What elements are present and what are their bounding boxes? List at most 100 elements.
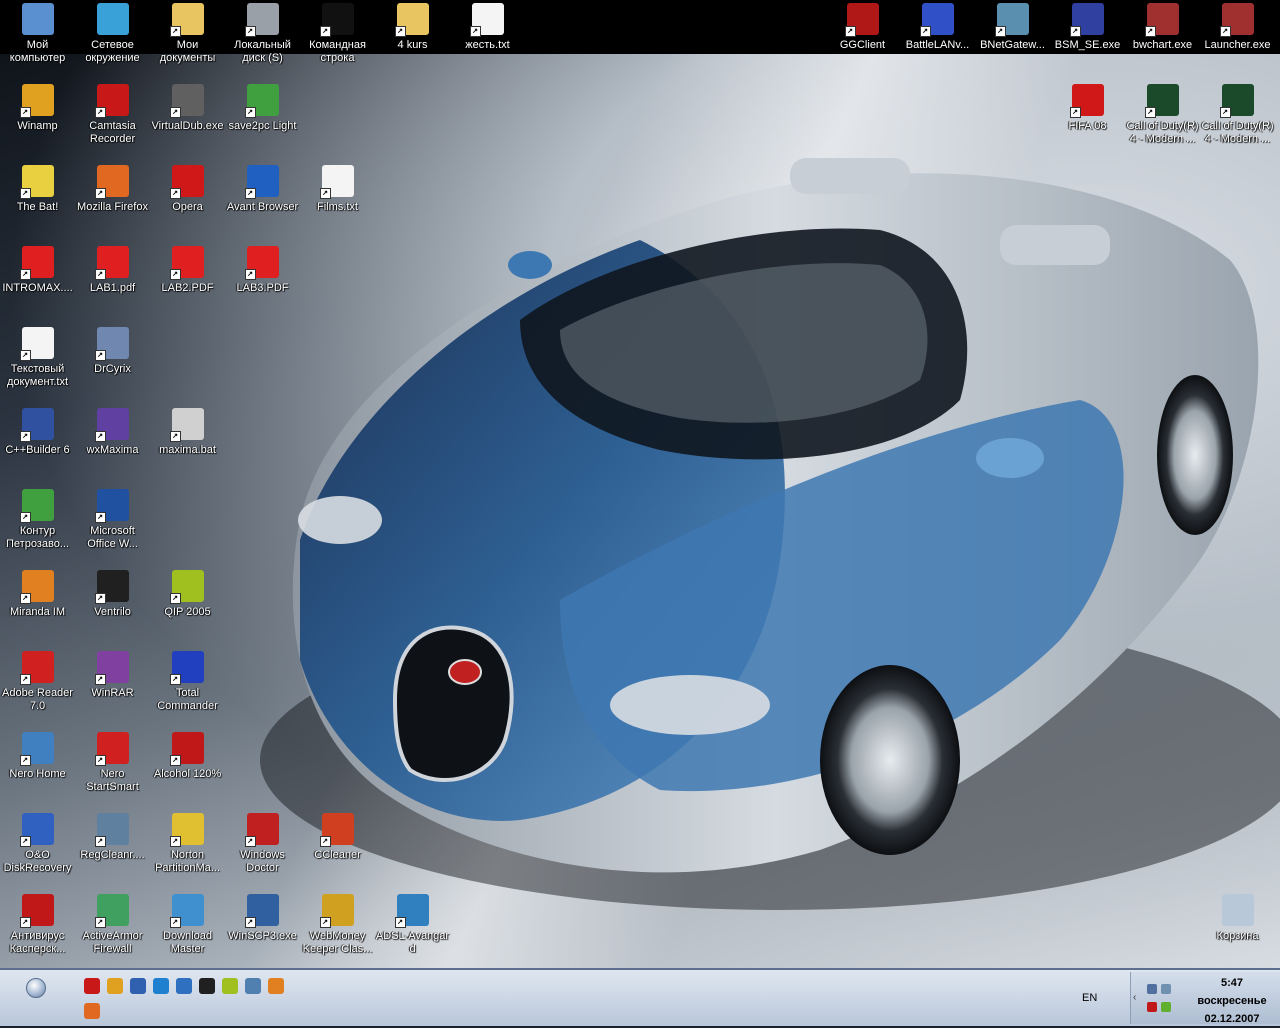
desktop-icon[interactable]: ↗ BattleLANv... — [900, 3, 975, 52]
shortcut-arrow-icon: ↗ — [469, 26, 481, 37]
desktop-icon[interactable]: ↗ BNetGatew... — [975, 3, 1050, 52]
desktop-icon[interactable]: ↗ CCleaner — [300, 813, 375, 862]
desktop-icon[interactable]: ↗ WinRAR — [75, 651, 150, 700]
desktop-icon[interactable]: ↗ Call of Duty(R) 4 - Modern ... — [1200, 84, 1275, 146]
desktop-icon-label: Adobe Reader 7.0 — [2, 687, 73, 712]
desktop-icon-label: Download Master — [163, 930, 212, 955]
desktop-icon[interactable]: ↗ Launcher.exe — [1200, 3, 1275, 52]
desktop-icon-label: Windows Doctor — [240, 849, 285, 874]
desktop-icon-label: Winamp — [17, 120, 58, 132]
desktop-icon[interactable]: ↗ Microsoft Office W... — [75, 489, 150, 551]
desktop-icon[interactable]: ↗ Текстовый документ.txt — [0, 327, 75, 389]
tray-expand-arrow[interactable]: ‹ — [1133, 992, 1136, 1003]
desktop-icon[interactable]: ↗ save2pc Light — [225, 84, 300, 133]
kaspersky-tray-icon[interactable] — [1147, 1002, 1157, 1012]
desktop-icon[interactable]: ↗ GGClient — [825, 3, 900, 52]
desktop-icon[interactable]: ↗ Командная строка — [300, 3, 375, 65]
desktop-icon[interactable]: ↗ Mozilla Firefox — [75, 165, 150, 214]
qip-icon[interactable] — [222, 978, 238, 994]
desktop-icon[interactable]: ↗ Winamp — [0, 84, 75, 133]
ie-icon[interactable] — [153, 978, 169, 994]
desktop-icon[interactable]: ↗ Nero Home — [0, 732, 75, 781]
desktop-icon[interactable]: ↗ жесть.txt — [450, 3, 525, 52]
network-icon — [96, 3, 129, 35]
desktop-icon[interactable]: ↗ Opera — [150, 165, 225, 214]
winrar-icon: ↗ — [94, 651, 129, 685]
desktop-icon[interactable]: ↗ VirtualDub.exe — [150, 84, 225, 133]
desktop-icon-label: Films.txt — [317, 201, 358, 213]
desktop-icon[interactable]: ↗ The Bat! — [0, 165, 75, 214]
desktop-icon[interactable]: ↗ Adobe Reader 7.0 — [0, 651, 75, 713]
desktop-icon[interactable]: ↗ INTROMAX.... — [0, 246, 75, 295]
firefox-icon[interactable] — [84, 1003, 100, 1019]
desktop-icon[interactable]: ↗ Windows Doctor — [225, 813, 300, 875]
desktop-icon[interactable]: ↗ WinSCP3.exe — [225, 894, 300, 943]
desktop-icon[interactable]: ↗ Локальный диск (S) — [225, 3, 300, 65]
network-tray-icon[interactable] — [1147, 984, 1157, 994]
desktop-icon[interactable]: ↗ Films.txt — [300, 165, 375, 214]
desktop-icon[interactable]: ↗ LAB1.pdf — [75, 246, 150, 295]
desktop-icon[interactable]: ↗ Call of Duty(R) 4 - Modern ... — [1125, 84, 1200, 146]
desktop-icon[interactable]: ↗ Norton PartitionMa... — [150, 813, 225, 875]
desktop-icon[interactable]: ↗ C++Builder 6 — [0, 408, 75, 457]
desktop-icon[interactable]: ↗ Total Commander — [150, 651, 225, 713]
shortcut-arrow-icon: ↗ — [94, 917, 106, 928]
cod-icon: ↗ — [1219, 84, 1254, 118]
desktop-icon[interactable]: ↗ QIP 2005 — [150, 570, 225, 619]
desktop-icon[interactable]: ↗ Контур Петрозаво... — [0, 489, 75, 551]
start-button[interactable] — [26, 978, 46, 998]
thebat-icon: ↗ — [19, 165, 54, 199]
desktop-icon[interactable]: ↗ LAB2.PDF — [150, 246, 225, 295]
desktop-icon[interactable]: ↗ Avant Browser — [225, 165, 300, 214]
desktop-icon[interactable]: ↗ Ventrilo — [75, 570, 150, 619]
desktop-icon[interactable]: ↗ Alcohol 120% — [150, 732, 225, 781]
messenger-tray-icon[interactable] — [1161, 984, 1171, 994]
desktop-icon-label: BNetGatew... — [980, 39, 1045, 51]
desktop-icon[interactable]: ↗ Антивирус Касперск... — [0, 894, 75, 956]
desktop-icon-label: CCleaner — [314, 849, 361, 861]
desktop-icon[interactable]: ↗ Camtasia Recorder — [75, 84, 150, 146]
desktop-icon[interactable]: ↗ Download Master — [150, 894, 225, 956]
recycle-bin-icon — [1221, 894, 1254, 926]
camtasia-icon[interactable] — [84, 978, 100, 994]
desktop-icon[interactable]: ↗ 4 kurs — [375, 3, 450, 52]
desktop-icon[interactable]: ↗ bwchart.exe — [1125, 3, 1200, 52]
desktop-icon[interactable]: ↗ BSM_SE.exe — [1050, 3, 1125, 52]
media-player-icon[interactable] — [130, 978, 146, 994]
desktop-icon[interactable]: ↗ ADSL-Avangar d — [375, 894, 450, 956]
shortcut-arrow-icon: ↗ — [19, 512, 31, 523]
desktop-icon[interactable]: ↗ ActiveArmor Firewall — [75, 894, 150, 956]
desktop-icon[interactable]: ↗ LAB3.PDF — [225, 246, 300, 295]
outlook-icon[interactable] — [176, 978, 192, 994]
desktop-icon[interactable]: ↗ O&O DiskRecovery — [0, 813, 75, 875]
desktop-icon-label: Ventrilo — [94, 606, 131, 618]
desktop-icon[interactable]: ↗ maxima.bat — [150, 408, 225, 457]
desktop-icon[interactable]: ↗ FIFA 08 — [1050, 84, 1125, 133]
miranda-icon[interactable] — [268, 978, 284, 994]
desktop-icon[interactable]: ↗ RegCleanr.... — [75, 813, 150, 862]
desktop-icon-label: Norton PartitionMa... — [155, 849, 220, 874]
bnet-icon: ↗ — [994, 3, 1029, 37]
clock[interactable]: 5:47 воскресенье 02.12.2007 — [1186, 974, 1278, 1028]
shortcut-arrow-icon: ↗ — [169, 755, 181, 766]
desktop-icon[interactable]: ↗ Miranda IM — [0, 570, 75, 619]
desktop-icon[interactable]: ↗ wxMaxima — [75, 408, 150, 457]
shortcut-arrow-icon: ↗ — [169, 431, 181, 442]
shortcut-arrow-icon: ↗ — [19, 836, 31, 847]
shortcut-arrow-icon: ↗ — [169, 674, 181, 685]
qip-tray-icon[interactable] — [1161, 1002, 1171, 1012]
desktop-icon[interactable]: ↗ DrCyrix — [75, 327, 150, 376]
alcohol-icon: ↗ — [169, 732, 204, 766]
desktop-icon[interactable]: Сетевое окружение — [75, 3, 150, 65]
desktop-icon[interactable]: ↗ WebMoney Keeper Clas... — [300, 894, 375, 956]
network-icon[interactable] — [245, 978, 261, 994]
desktop-icon[interactable]: Корзина — [1200, 894, 1275, 943]
winamp-icon[interactable] — [107, 978, 123, 994]
adsl-icon: ↗ — [394, 894, 429, 928]
desktop-icon[interactable]: ↗ Мои документы — [150, 3, 225, 65]
language-indicator[interactable]: EN — [1082, 992, 1097, 1004]
thebat-icon[interactable] — [199, 978, 215, 994]
desktop-icon[interactable]: ↗ Nero StartSmart — [75, 732, 150, 794]
kontur-icon: ↗ — [19, 489, 54, 523]
desktop-icon[interactable]: Мой компьютер — [0, 3, 75, 65]
